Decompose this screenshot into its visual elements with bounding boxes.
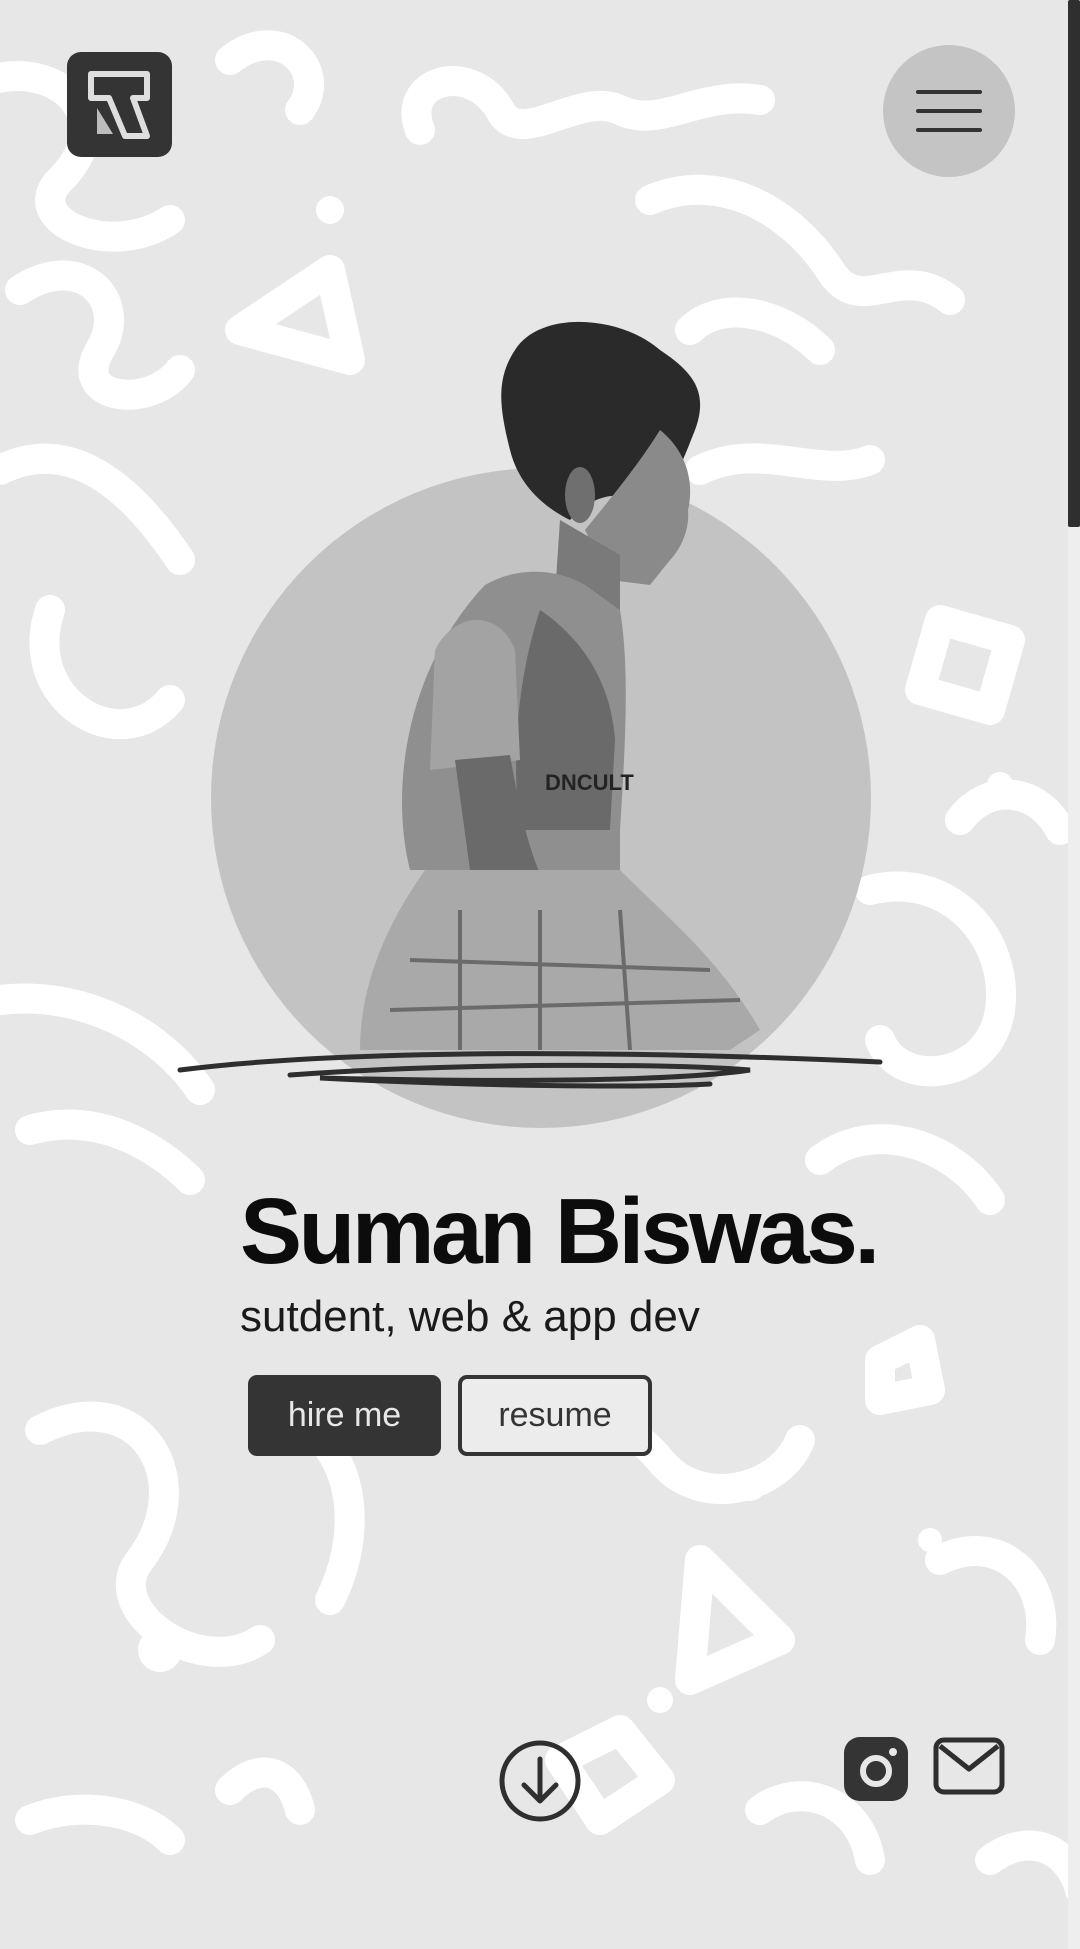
- instagram-icon[interactable]: [844, 1737, 908, 1801]
- underline-scribble: [177, 1051, 883, 1089]
- resume-button[interactable]: resume: [458, 1375, 652, 1456]
- svg-text:DNCULT: DNCULT: [545, 770, 634, 795]
- menu-button[interactable]: [883, 45, 1015, 177]
- brand-logo-icon: [87, 70, 150, 139]
- mail-icon[interactable]: [933, 1737, 1005, 1795]
- hamburger-menu-icon-bar: [916, 128, 982, 132]
- scrollbar-thumb[interactable]: [1068, 0, 1080, 527]
- arrow-down-circle-icon[interactable]: [498, 1739, 582, 1823]
- portrait-image: DNCULT SUPERIO: [360, 321, 760, 1051]
- hamburger-menu-icon-bar: [916, 109, 982, 113]
- hamburger-menu-icon: [916, 90, 982, 94]
- logo-icon[interactable]: [67, 52, 172, 157]
- hire-me-button[interactable]: hire me: [248, 1375, 441, 1456]
- scrollbar[interactable]: [1068, 0, 1080, 1949]
- hero-tagline: sutdent, web & app dev: [240, 1292, 700, 1341]
- hero-name: Suman Biswas.: [240, 1179, 880, 1283]
